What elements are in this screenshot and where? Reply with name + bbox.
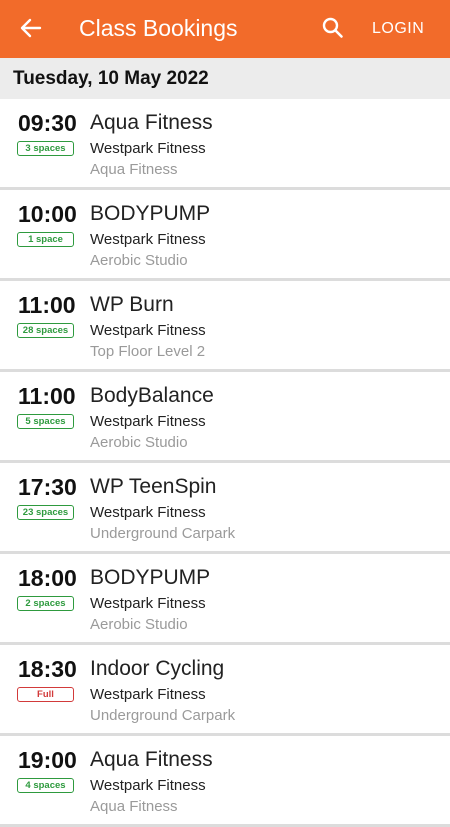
- class-venue: Westpark Fitness: [90, 413, 206, 430]
- spaces-badge: 1 space: [17, 232, 74, 247]
- class-room: Underground Carpark: [90, 707, 236, 724]
- class-venue: Westpark Fitness: [90, 140, 206, 157]
- class-time: 09:30: [18, 110, 77, 136]
- class-room: Aqua Fitness: [90, 161, 178, 178]
- full-badge: Full: [17, 687, 74, 702]
- class-room: Aerobic Studio: [90, 434, 188, 451]
- spaces-badge: 4 spaces: [17, 778, 74, 793]
- class-row[interactable]: 09:30 3 spaces Aqua Fitness Westpark Fit…: [0, 99, 450, 190]
- class-row[interactable]: 10:00 1 space BODYPUMP Westpark Fitness …: [0, 190, 450, 281]
- spaces-badge: 23 spaces: [17, 505, 74, 520]
- class-venue: Westpark Fitness: [90, 777, 206, 794]
- class-name: BODYPUMP: [90, 202, 211, 225]
- class-venue: Westpark Fitness: [90, 595, 206, 612]
- class-room: Underground Carpark: [90, 525, 236, 542]
- spaces-badge: 28 spaces: [17, 323, 74, 338]
- class-room: Aqua Fitness: [90, 798, 178, 815]
- search-icon: [322, 17, 343, 38]
- class-name: Aqua Fitness: [90, 748, 213, 771]
- class-room: Aerobic Studio: [90, 616, 188, 633]
- class-row[interactable]: 17:30 23 spaces WP TeenSpin Westpark Fit…: [0, 463, 450, 554]
- class-row[interactable]: 18:30 Full Indoor Cycling Westpark Fitne…: [0, 645, 450, 736]
- spaces-badge: 5 spaces: [17, 414, 74, 429]
- class-row[interactable]: 11:00 28 spaces WP Burn Westpark Fitness…: [0, 281, 450, 372]
- class-venue: Westpark Fitness: [90, 504, 206, 521]
- page-title: Class Bookings: [79, 15, 238, 41]
- class-name: WP Burn: [90, 293, 174, 316]
- spaces-badge: 3 spaces: [17, 141, 74, 156]
- class-time: 18:00: [18, 565, 77, 591]
- login-button[interactable]: LOGIN: [372, 18, 424, 40]
- class-venue: Westpark Fitness: [90, 322, 206, 339]
- class-time: 10:00: [18, 201, 77, 227]
- class-name: WP TeenSpin: [90, 475, 217, 498]
- class-row[interactable]: 11:00 5 spaces BodyBalance Westpark Fitn…: [0, 372, 450, 463]
- spaces-badge: 2 spaces: [17, 596, 74, 611]
- class-row[interactable]: 19:00 4 spaces Aqua Fitness Westpark Fit…: [0, 736, 450, 827]
- class-name: BODYPUMP: [90, 566, 211, 589]
- app-bar: Class Bookings LOGIN: [0, 0, 450, 58]
- class-time: 18:30: [18, 656, 77, 682]
- back-button[interactable]: [18, 14, 44, 42]
- class-room: Top Floor Level 2: [90, 343, 206, 360]
- class-time: 11:00: [18, 292, 76, 318]
- class-venue: Westpark Fitness: [90, 231, 206, 248]
- class-time: 17:30: [18, 474, 77, 500]
- search-button[interactable]: [320, 15, 346, 41]
- class-time: 19:00: [18, 747, 77, 773]
- class-list: 09:30 3 spaces Aqua Fitness Westpark Fit…: [0, 99, 450, 827]
- class-name: Aqua Fitness: [90, 111, 213, 134]
- class-venue: Westpark Fitness: [90, 686, 206, 703]
- class-room: Aerobic Studio: [90, 252, 188, 269]
- date-label: Tuesday, 10 May 2022: [13, 68, 209, 89]
- arrow-left-icon: [20, 18, 42, 38]
- class-name: Indoor Cycling: [90, 657, 225, 680]
- class-time: 11:00: [18, 383, 76, 409]
- class-name: BodyBalance: [90, 384, 214, 407]
- class-row[interactable]: 18:00 2 spaces BODYPUMP Westpark Fitness…: [0, 554, 450, 645]
- date-section-header: Tuesday, 10 May 2022: [0, 58, 450, 99]
